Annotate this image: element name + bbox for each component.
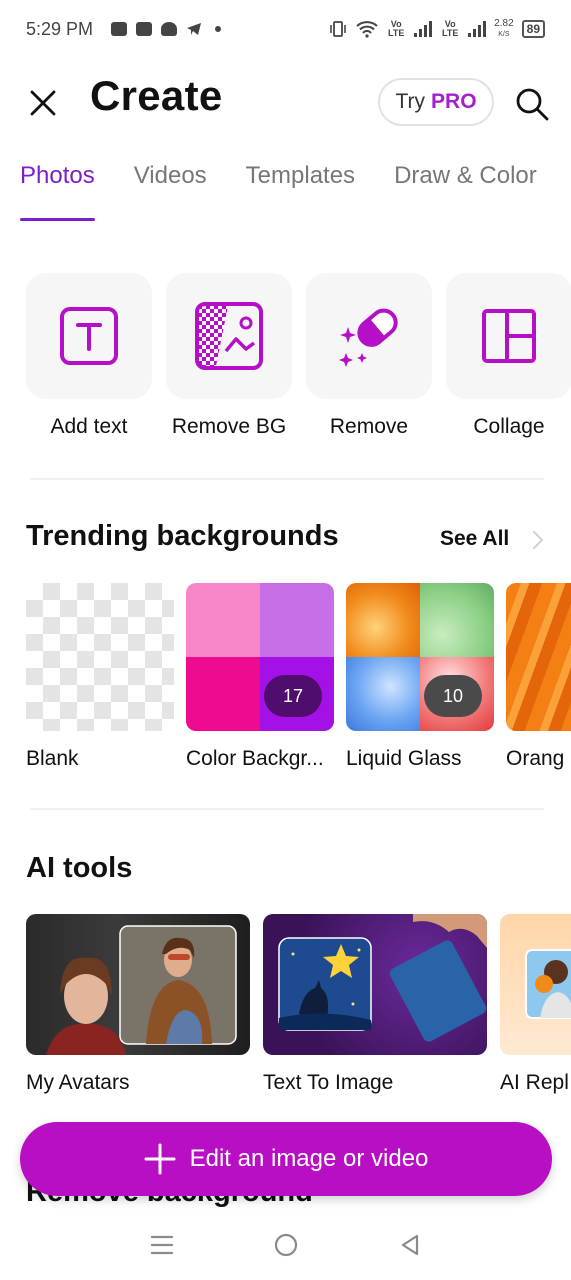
tool-tile [446, 273, 571, 399]
collage-tool[interactable]: Collage [446, 273, 571, 439]
ai-tools-row: My Avatars Text To Image AI Repl [26, 914, 571, 1114]
tab-templates[interactable]: Templates [246, 162, 355, 222]
remove-tool[interactable]: Remove [306, 273, 432, 439]
collage-icon [482, 309, 536, 363]
background-thumbnail [506, 583, 571, 731]
remove-bg-icon [195, 302, 263, 370]
sim2-label: Vo LTE [442, 19, 459, 38]
status-bar: 5:29 PM Vo LTE Vo LTE 2.82 K/S 89 [0, 0, 571, 58]
wifi-icon [356, 21, 378, 38]
pro-label: PRO [431, 90, 477, 113]
section-title-ai-tools: AI tools [26, 852, 133, 884]
tool-tile [306, 273, 432, 399]
text-icon [60, 307, 118, 365]
quick-tools: Add text Remove BG Remove Collage [26, 273, 571, 439]
signal-icon [468, 21, 487, 37]
plus-icon [144, 1143, 176, 1175]
search-icon[interactable] [514, 86, 550, 122]
section-title-trending: Trending backgrounds [26, 520, 339, 552]
dot-icon [215, 26, 222, 32]
edit-image-or-video-button[interactable]: Edit an image or video [20, 1122, 552, 1196]
ai-tool-my-avatars[interactable]: My Avatars [26, 914, 250, 1095]
tool-tile [26, 273, 152, 399]
avatar-collage-image [46, 925, 237, 1055]
fab-label: Edit an image or video [189, 1145, 429, 1172]
remove-bg-tool[interactable]: Remove BG [166, 273, 292, 439]
tool-label: Remove BG [171, 415, 287, 438]
background-label: Blank [26, 747, 79, 770]
tab-bar: Photos Videos Templates Draw & Color [20, 162, 571, 222]
try-label: Try [395, 90, 426, 113]
background-card-blank[interactable]: Blank [26, 583, 174, 771]
background-thumbnail [26, 583, 174, 731]
tool-label: Add text [50, 415, 128, 438]
tool-tile [166, 273, 292, 399]
snapchat-icon [161, 22, 178, 36]
ai-tool-thumbnail [500, 914, 571, 1055]
ai-tool-text-to-image[interactable]: Text To Image [263, 914, 487, 1095]
status-time: 5:29 PM [26, 18, 94, 39]
tab-photos[interactable]: Photos [20, 162, 95, 222]
background-label: Color Backgr... [186, 747, 324, 770]
eraser-icon [339, 308, 398, 367]
ai-tool-label: My Avatars [26, 1071, 130, 1094]
menu-icon[interactable] [150, 1234, 174, 1256]
youtube-icon [136, 22, 153, 36]
background-card-color[interactable]: 17 Color Backgr... [186, 583, 334, 771]
home-icon[interactable] [273, 1232, 299, 1258]
system-nav-bar [0, 1210, 571, 1280]
ai-replace-image [525, 949, 571, 1019]
header: Create Try PRO [0, 70, 571, 134]
page-title: Create [90, 72, 223, 119]
text-to-image-artwork [278, 914, 487, 1042]
add-text-tool[interactable]: Add text [26, 273, 152, 439]
ai-tool-ai-replace[interactable]: AI Repl [500, 914, 571, 1095]
background-thumbnail: 10 [346, 583, 494, 731]
tab-draw-color[interactable]: Draw & Color [394, 162, 537, 222]
telegram-icon [187, 23, 202, 35]
count-badge: 10 [424, 675, 482, 717]
battery-icon: 89 [521, 20, 545, 38]
net-speed: 2.82 K/S [494, 17, 514, 38]
background-label: Orang [506, 747, 565, 770]
try-pro-button[interactable]: Try PRO [378, 78, 494, 126]
signal-icon [414, 21, 433, 37]
count-badge: 17 [264, 675, 322, 717]
sim1-label: Vo LTE [388, 19, 405, 38]
game-icon [111, 22, 128, 36]
vibrate-icon [330, 21, 346, 37]
ai-tool-thumbnail [263, 914, 487, 1055]
see-all-link[interactable]: See All [440, 527, 509, 551]
background-card-liquid-glass[interactable]: 10 Liquid Glass [346, 583, 494, 771]
tool-label: Collage [473, 415, 545, 438]
ai-tool-thumbnail [26, 914, 250, 1055]
close-icon[interactable] [26, 86, 60, 120]
divider [30, 808, 544, 810]
chevron-right-icon[interactable] [532, 530, 544, 550]
ai-tool-label: AI Repl [500, 1071, 569, 1094]
trending-backgrounds-row: Blank 17 Color Backgr... 10 Liquid Glass… [26, 583, 571, 783]
background-card-orange[interactable]: Orang [506, 583, 571, 771]
ai-tool-label: Text To Image [263, 1071, 394, 1094]
tab-videos[interactable]: Videos [134, 162, 207, 222]
divider [30, 478, 544, 480]
tool-label: Remove [329, 415, 409, 438]
background-thumbnail: 17 [186, 583, 334, 731]
background-label: Liquid Glass [346, 747, 462, 770]
back-icon[interactable] [399, 1233, 421, 1257]
